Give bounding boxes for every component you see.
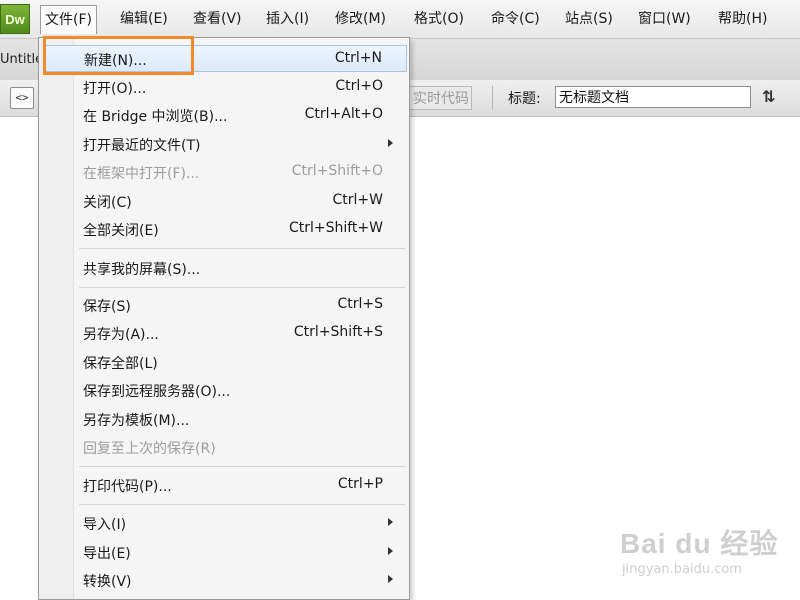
watermark-url: jingyan.baidu.com bbox=[622, 562, 742, 577]
code-view-button[interactable]: <> bbox=[10, 87, 34, 109]
menu-item-label: 另存为模板(M)... bbox=[83, 413, 190, 429]
submenu-arrow-icon bbox=[388, 575, 393, 583]
menu-bar: Dw 文件(F) 编辑(E) 查看(V) 插入(I) 修改(M) 格式(O) 命… bbox=[0, 0, 800, 39]
menu-item-print-code[interactable]: 打印代码(P)... Ctrl+P bbox=[43, 472, 407, 499]
menu-item-shortcut: Ctrl+Alt+O bbox=[304, 106, 383, 122]
menu-item-convert[interactable]: 转换(V) bbox=[43, 567, 407, 594]
menu-item-label: 导出(E) bbox=[83, 546, 131, 562]
menu-separator bbox=[79, 466, 405, 467]
menu-item-label: 导入(I) bbox=[83, 517, 127, 533]
menu-site[interactable]: 站点(S) bbox=[561, 8, 617, 30]
menu-item-label: 关闭(C) bbox=[83, 195, 132, 211]
menu-view[interactable]: 查看(V) bbox=[189, 8, 246, 30]
menu-item-shortcut: Ctrl+P bbox=[337, 476, 383, 492]
menu-separator bbox=[79, 287, 405, 288]
menu-item-label: 保存全部(L) bbox=[83, 356, 158, 372]
menu-item-export[interactable]: 导出(E) bbox=[43, 539, 407, 566]
menu-item-label: 打开最近的文件(T) bbox=[83, 138, 201, 154]
menu-item-label: 保存(S) bbox=[83, 299, 131, 315]
watermark-logo: Bai du 经验 bbox=[620, 528, 779, 559]
live-code-button[interactable]: 实时代码 bbox=[408, 86, 472, 110]
menu-edit[interactable]: 编辑(E) bbox=[116, 8, 172, 30]
menu-item-revert[interactable]: 回复至上次的保存(R) bbox=[43, 434, 407, 461]
submenu-arrow-icon bbox=[388, 139, 393, 147]
menu-item-save-all[interactable]: 保存全部(L) bbox=[43, 349, 407, 376]
menu-item-share-screen[interactable]: 共享我的屏幕(S)... bbox=[43, 255, 407, 282]
menu-item-open-recent[interactable]: 打开最近的文件(T) bbox=[43, 131, 407, 158]
menu-item-shortcut: Ctrl+W bbox=[332, 192, 383, 208]
menu-item-save-as-template[interactable]: 另存为模板(M)... bbox=[43, 406, 407, 433]
sort-icon[interactable]: ⇅ bbox=[762, 86, 792, 108]
menu-item-shortcut: Ctrl+N bbox=[334, 50, 382, 66]
file-menu-dropdown: 新建(N)... Ctrl+N 打开(O)... Ctrl+O 在 Bridge… bbox=[38, 37, 410, 600]
menu-window[interactable]: 窗口(W) bbox=[634, 8, 695, 30]
menu-item-shortcut: Ctrl+Shift+O bbox=[291, 163, 383, 179]
menu-modify[interactable]: 修改(M) bbox=[331, 8, 390, 30]
menu-item-open[interactable]: 打开(O)... Ctrl+O bbox=[43, 74, 407, 101]
menu-item-label: 转换(V) bbox=[83, 574, 132, 590]
menu-item-close-all[interactable]: 全部关闭(E) Ctrl+Shift+W bbox=[43, 216, 407, 243]
dreamweaver-logo: Dw bbox=[0, 4, 30, 34]
menu-item-label: 打开(O)... bbox=[83, 81, 147, 97]
menu-item-label: 回复至上次的保存(R) bbox=[83, 441, 216, 457]
menu-item-shortcut: Ctrl+Shift+S bbox=[293, 324, 383, 340]
menu-item-save-remote[interactable]: 保存到远程服务器(O)... bbox=[43, 377, 407, 404]
menu-item-label: 全部关闭(E) bbox=[83, 223, 159, 239]
menu-separator bbox=[79, 504, 405, 505]
menu-item-browse-bridge[interactable]: 在 Bridge 中浏览(B)... Ctrl+Alt+O bbox=[43, 102, 407, 129]
menu-file[interactable]: 文件(F) bbox=[40, 5, 97, 34]
submenu-arrow-icon bbox=[388, 518, 393, 526]
toolbar-separator bbox=[492, 86, 493, 110]
menu-item-shortcut: Ctrl+O bbox=[335, 78, 383, 94]
menu-item-label: 保存到远程服务器(O)... bbox=[83, 384, 231, 400]
menu-item-save[interactable]: 保存(S) Ctrl+S bbox=[43, 292, 407, 319]
menu-item-import[interactable]: 导入(I) bbox=[43, 510, 407, 537]
menu-item-shortcut: Ctrl+Shift+W bbox=[288, 220, 383, 236]
menu-item-label: 新建(N)... bbox=[84, 53, 147, 69]
menu-insert[interactable]: 插入(I) bbox=[262, 8, 313, 30]
document-tab[interactable]: Untitled-1 bbox=[0, 52, 38, 67]
menu-item-label: 共享我的屏幕(S)... bbox=[83, 262, 201, 278]
menu-item-new[interactable]: 新建(N)... Ctrl+N bbox=[43, 45, 407, 72]
menu-item-open-in-frame[interactable]: 在框架中打开(F)... Ctrl+Shift+O bbox=[43, 159, 407, 186]
menu-item-shortcut: Ctrl+S bbox=[337, 296, 383, 312]
menu-item-label: 在框架中打开(F)... bbox=[83, 166, 200, 182]
baidu-jingyan-watermark: Bai du 经验 jingyan.baidu.com bbox=[620, 522, 796, 584]
title-label: 标题: bbox=[508, 91, 541, 107]
menu-item-label: 打印代码(P)... bbox=[83, 479, 172, 495]
menu-item-label: 另存为(A)... bbox=[83, 327, 159, 343]
menu-commands[interactable]: 命令(C) bbox=[487, 8, 544, 30]
menu-help[interactable]: 帮助(H) bbox=[714, 8, 771, 30]
menu-item-label: 在 Bridge 中浏览(B)... bbox=[83, 109, 228, 125]
menu-separator bbox=[79, 248, 405, 249]
menu-item-save-as[interactable]: 另存为(A)... Ctrl+Shift+S bbox=[43, 320, 407, 347]
submenu-arrow-icon bbox=[388, 547, 393, 555]
menu-item-close[interactable]: 关闭(C) Ctrl+W bbox=[43, 188, 407, 215]
title-input[interactable] bbox=[555, 86, 751, 108]
menu-format[interactable]: 格式(O) bbox=[410, 8, 468, 30]
